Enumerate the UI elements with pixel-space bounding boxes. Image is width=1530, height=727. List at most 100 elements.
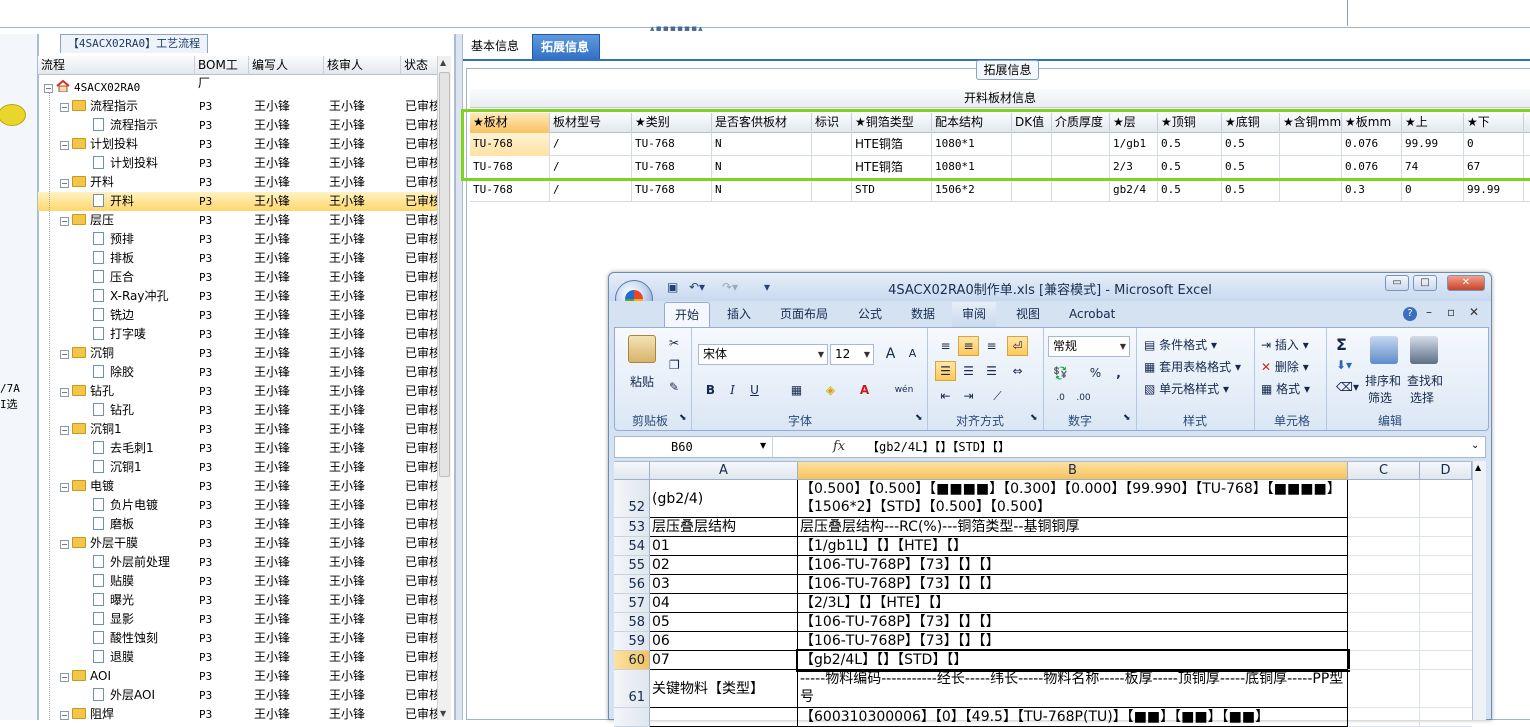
col-status[interactable]: 状态 [401,56,438,75]
grid-row[interactable]: TU-768/TU-768 N HTE铜箔 1080*1 2/3 0.5 0.5 0.076 7… [470,156,1530,179]
column-header-c[interactable]: C [1348,462,1420,480]
row-header[interactable]: 59 [614,632,650,651]
excel-titlebar[interactable]: 4SACX02RA0制作单.xls [兼容模式] - Microsoft Exc… [609,273,1491,301]
grid-cell[interactable]: TU-768 [470,133,550,156]
sort-filter-icon[interactable] [1370,336,1398,364]
grid-column-header[interactable]: DK值 [1012,113,1052,133]
cell-a[interactable]: (gb2/4) [650,480,798,518]
grid-cell[interactable] [812,179,852,202]
name-box-dropdown-icon[interactable]: ▼ [760,441,766,450]
tree-node[interactable]: − 电镀 P3 王小锋 王小锋 已审核 [38,477,438,496]
tree-node[interactable]: 铣边 P3 王小锋 王小锋 已审核 [38,306,438,325]
collapse-icon[interactable]: − [60,350,69,359]
sort-label-1[interactable]: 排序和 [1365,372,1401,389]
font-name-select[interactable]: 宋体 ▼ [698,344,828,365]
tree-node[interactable]: 曝光 P3 王小锋 王小锋 已审核 [38,591,438,610]
tree-node[interactable]: − 沉铜 P3 王小锋 王小锋 已审核 [38,344,438,363]
font-color-icon[interactable]: A [854,380,875,400]
row-header[interactable]: 54 [614,537,650,556]
customize-qat-icon[interactable]: ▾ [764,280,770,294]
sort-label-2[interactable]: 筛选 [1368,389,1392,406]
tree-node[interactable]: 外层前处理 P3 王小锋 王小锋 已审核 [38,553,438,572]
undo-icon[interactable]: ↶▾ [689,280,705,294]
grid-cell[interactable]: gb2/4 [1110,179,1158,202]
insert-cells-button[interactable]: ⇥ 插入 ▾ [1261,336,1309,353]
cell-d[interactable] [1420,613,1472,632]
excel-tab[interactable]: 页面布局 [770,302,838,327]
cell-b[interactable]: 【106-TU-768P】【73】【】【】 [798,575,1348,594]
tab-extended-info[interactable]: 拓展信息 [532,34,600,60]
grid-cell[interactable]: 0.5 [1222,133,1280,156]
conditional-format-button[interactable]: ▤ 条件格式 ▾ [1144,336,1217,353]
excel-tab[interactable]: 数据 [901,302,945,327]
scroll-thumb[interactable] [439,72,450,477]
wrap-text-icon[interactable]: ⏎ [1007,336,1028,356]
tree-node[interactable]: 沉铜1 P3 王小锋 王小锋 已审核 [38,458,438,477]
alignment-launcher-icon[interactable]: ⬊ [1030,413,1038,423]
row-header[interactable]: 53 [614,518,650,537]
cell-d[interactable] [1420,632,1472,651]
cell-b[interactable]: -----物料编码-----------经长-----纬长-----物料名称--… [798,670,1348,708]
grid-cell[interactable]: 0.5 [1158,133,1222,156]
tree-node[interactable]: 开料 P3 王小锋 王小锋 已审核 [38,192,438,211]
grid-cell[interactable]: 0.5 [1222,179,1280,202]
panel-splitter[interactable] [455,34,463,720]
cell-c[interactable] [1348,575,1420,594]
name-box[interactable]: B60 [615,437,773,457]
collapse-icon[interactable]: − [60,217,69,226]
grid-cell[interactable] [1052,133,1110,156]
bold-button[interactable]: B [700,380,721,400]
phonetic-icon[interactable]: wén [890,380,918,400]
grid-cell[interactable]: 0.5 [1158,179,1222,202]
column-header-a[interactable]: A [650,462,798,480]
grid-cell[interactable] [1052,156,1110,179]
flow-panel-title[interactable]: 【4SACX02RA0】工艺流程 [60,34,208,53]
chat-bubble-icon[interactable] [0,104,26,126]
cell-c[interactable] [1348,708,1420,727]
grid-cell[interactable]: STD [852,179,932,202]
ribbon-minimize-icon[interactable]: – [1426,305,1432,319]
help-icon[interactable]: ? [1403,307,1417,321]
paste-icon[interactable] [628,335,656,363]
cell-a[interactable]: 层压叠层结构 [650,518,798,537]
cell-b[interactable]: 【106-TU-768P】【73】【】【】 [798,556,1348,575]
clipboard-launcher-icon[interactable]: ⬊ [679,413,687,423]
tree-node[interactable]: − 钻孔 P3 王小锋 王小锋 已审核 [38,382,438,401]
italic-button[interactable]: I [722,380,743,400]
grid-column-header[interactable]: 是否客供板材 [712,113,812,133]
cell-c[interactable] [1348,651,1420,670]
cell-b[interactable]: 【0.500】【0.500】【■■■■】【0.300】【0.000】【99.99… [798,480,1348,518]
cell-d[interactable] [1420,518,1472,537]
paste-label[interactable]: 粘贴 [630,373,654,390]
grid-cell[interactable]: 0.076 [1342,133,1402,156]
cell-b[interactable]: 【2/3L】【】【HTE】【】 [798,594,1348,613]
cell-c[interactable] [1348,537,1420,556]
tree-node[interactable]: 去毛刺1 P3 王小锋 王小锋 已审核 [38,439,438,458]
grid-cell[interactable]: / [550,133,632,156]
cell-d[interactable] [1420,651,1472,670]
tree-node[interactable]: 预排 P3 王小锋 王小锋 已审核 [38,230,438,249]
cell-style-button[interactable]: ▧ 单元格样式 ▾ [1144,380,1229,397]
grid-cell[interactable]: 1080*1 [932,133,1012,156]
comma-button[interactable]: , [1108,363,1129,383]
tree-node[interactable]: − 外层干膜 P3 王小锋 王小锋 已审核 [38,534,438,553]
cell-c[interactable] [1348,670,1420,708]
cell-d[interactable] [1420,537,1472,556]
tree-scrollbar[interactable]: ▲ ▼ [437,56,451,720]
cell-d[interactable] [1420,575,1472,594]
tree-node[interactable]: − 阻焊 P3 王小锋 王小锋 已审核 [38,705,438,724]
tree-node[interactable]: − 沉铜1 P3 王小锋 王小锋 已审核 [38,420,438,439]
scroll-up-icon[interactable]: ▲ [440,58,446,67]
grid-cell[interactable]: 0.5 [1222,156,1280,179]
row-header[interactable]: 58 [614,613,650,632]
align-top-icon[interactable]: ≡ [935,336,956,356]
grid-column-header[interactable]: ★含铜mm [1280,113,1342,133]
format-painter-icon[interactable]: ✎ [669,380,679,394]
group-title[interactable]: 拓展信息 [976,60,1039,80]
merge-icon[interactable]: ⇔ [1007,361,1028,381]
tree-node[interactable]: 酸性蚀刻 P3 王小锋 王小锋 已审核 [38,629,438,648]
number-format-select[interactable]: 常规 ▼ [1048,336,1130,357]
cell-a[interactable]: 02 [650,556,798,575]
splitter-grip[interactable]: ▴▪▪▪▪▪▪▴ [650,25,703,34]
grid-column-header[interactable]: ★层 [1110,113,1158,133]
